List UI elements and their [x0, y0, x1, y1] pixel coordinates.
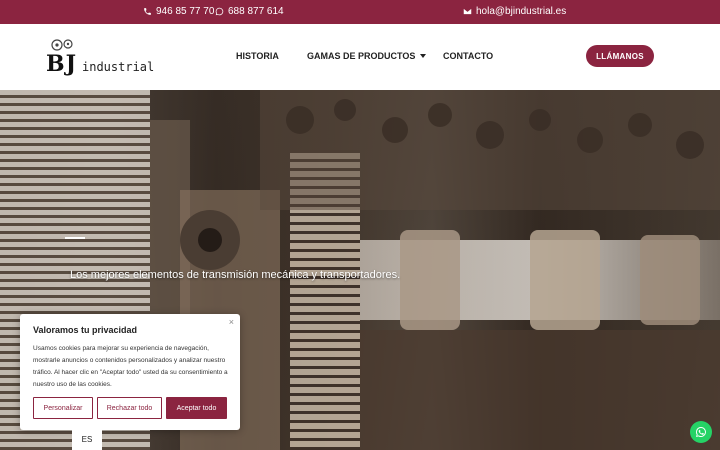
gears-logo-icon	[51, 39, 73, 51]
logo-subtitle: industrial	[82, 60, 155, 74]
whatsapp-icon	[696, 427, 706, 437]
phone-number-2[interactable]: 688 877 614	[228, 6, 284, 17]
call-us-button[interactable]: LLÁMANOS	[586, 45, 654, 67]
phone-icon	[144, 8, 151, 15]
cookie-description: Usamos cookies para mejorar su experienc…	[33, 345, 228, 388]
nav-historia[interactable]: HISTORIA	[236, 51, 279, 61]
whatsapp-button[interactable]	[690, 421, 712, 443]
chevron-down-icon	[420, 54, 427, 58]
phone-link-1[interactable]: 946 85 77 70	[143, 6, 214, 17]
hero-tagline: Los mejores elementos de transmisión mec…	[70, 269, 401, 281]
reject-all-button[interactable]: Rechazar todo	[97, 397, 162, 419]
top-contact-bar: 946 85 77 70 688 877 614 hola@bjindustri…	[0, 0, 720, 24]
site-logo[interactable]: BJ industrial	[46, 38, 156, 78]
close-icon[interactable]: ×	[229, 317, 234, 327]
phone-link-2[interactable]: 688 877 614	[215, 6, 284, 17]
site-header: BJ industrial HISTORIA GAMAS DE PRODUCTO…	[0, 24, 720, 90]
cookie-consent-dialog: × Valoramos tu privacidad Usamos cookies…	[20, 314, 240, 430]
email-link[interactable]: hola@bjindustrial.es	[463, 6, 566, 17]
language-selector[interactable]: ES	[72, 428, 102, 450]
accept-all-button[interactable]: Aceptar todo	[166, 397, 227, 419]
logo-initials: BJ	[46, 51, 78, 77]
nav-contacto-label: CONTACTO	[443, 51, 494, 61]
nav-gamas-productos[interactable]: GAMAS DE PRODUCTOS	[307, 51, 427, 61]
hero-divider	[65, 237, 85, 239]
nav-contacto[interactable]: CONTACTO	[443, 51, 493, 61]
envelope-icon	[463, 8, 472, 15]
email-address[interactable]: hola@bjindustrial.es	[476, 6, 566, 17]
cookie-title: Valoramos tu privacidad	[33, 325, 138, 335]
nav-gamas-productos-label: GAMAS DE PRODUCTOS	[307, 51, 416, 61]
phone-number-1[interactable]: 946 85 77 70	[156, 6, 214, 17]
whatsapp-small-icon	[215, 7, 224, 16]
nav-historia-label: HISTORIA	[236, 51, 279, 61]
customize-button[interactable]: Personalizar	[33, 397, 93, 419]
